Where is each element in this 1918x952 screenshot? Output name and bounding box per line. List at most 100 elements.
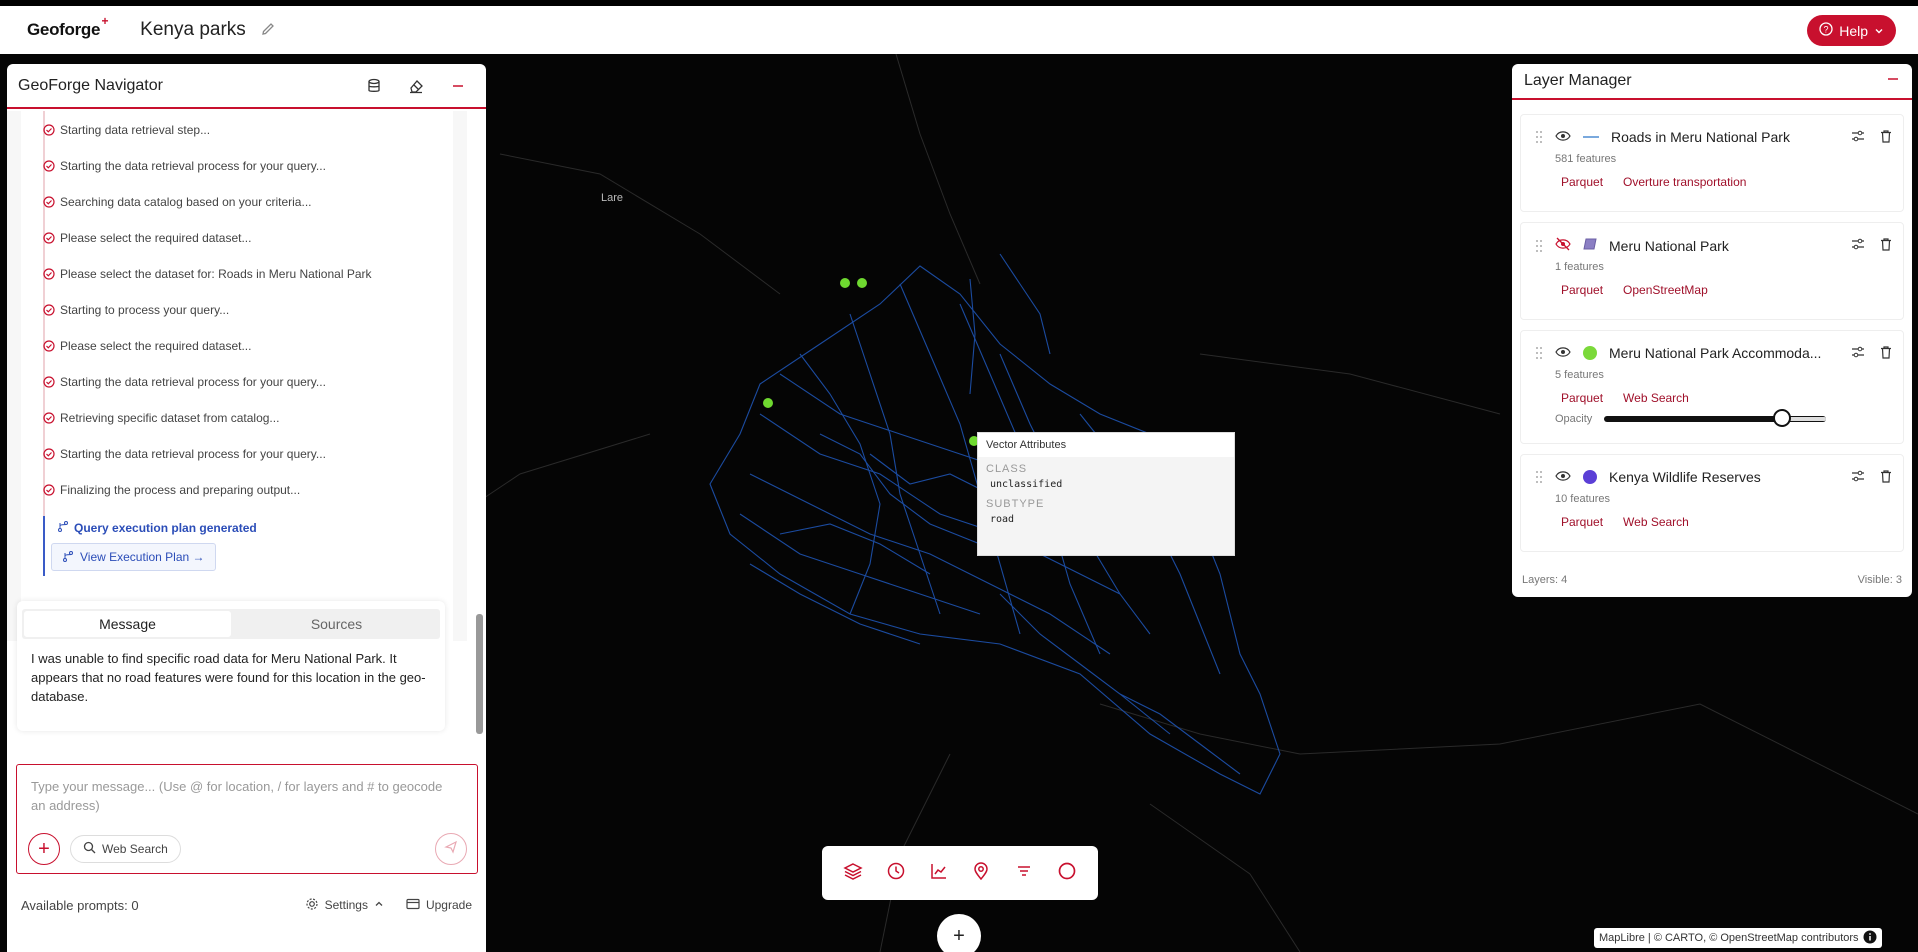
popup-title: Vector Attributes [978, 433, 1234, 457]
map-pin-icon[interactable] [971, 861, 991, 886]
step-check-icon [43, 376, 55, 388]
help-label: Help [1839, 22, 1868, 39]
minimize-icon[interactable] [1886, 72, 1900, 91]
clock-icon[interactable] [886, 861, 906, 886]
message-tabs: Message Sources [22, 609, 440, 639]
sliders-icon[interactable] [1851, 345, 1865, 364]
step-item: Starting data retrieval step... [43, 123, 210, 137]
add-map-item-button[interactable]: + [937, 914, 981, 952]
feature-count: 1 features [1555, 261, 1604, 273]
format-tag: Parquet [1561, 175, 1604, 189]
step-check-icon [43, 340, 55, 352]
trash-icon[interactable] [1879, 237, 1893, 256]
send-button[interactable] [435, 833, 467, 865]
step-item: Starting the data retrieval process for … [43, 375, 326, 389]
attr-key-class: CLASS [986, 463, 1028, 475]
opacity-label: Opacity [1555, 413, 1593, 425]
trash-icon[interactable] [1879, 469, 1893, 488]
pencil-icon[interactable] [260, 21, 278, 39]
trash-icon[interactable] [1879, 129, 1893, 148]
step-check-icon [43, 160, 55, 172]
help-circle-icon: ? [1819, 22, 1833, 39]
step-check-icon [43, 304, 55, 316]
add-button[interactable]: + [28, 833, 60, 865]
eye-icon[interactable] [1555, 129, 1571, 145]
step-item: Starting the data retrieval process for … [43, 159, 326, 173]
tab-sources[interactable]: Sources [233, 609, 440, 639]
chat-input-box[interactable]: Type your message... (Use @ for location… [16, 764, 478, 874]
step-item: Please select the required dataset... [43, 339, 251, 353]
eraser-icon[interactable] [407, 77, 425, 95]
sliders-icon[interactable] [1851, 469, 1865, 488]
logo[interactable]: Geoforge + [27, 14, 108, 40]
attr-key-subtype: SUBTYPE [986, 498, 1045, 510]
chevron-down-icon [1874, 23, 1884, 39]
chevron-up-icon [374, 898, 384, 912]
branch-icon [62, 550, 74, 565]
chat-input-placeholder[interactable]: Type your message... (Use @ for location… [31, 777, 451, 815]
sliders-icon[interactable] [1851, 129, 1865, 148]
available-prompts: Available prompts: 0 [21, 897, 139, 913]
eye-icon[interactable] [1555, 345, 1571, 361]
layers-count: Layers: 4 [1522, 574, 1568, 586]
chart-icon[interactable] [929, 861, 949, 886]
settings-button[interactable]: Settings [305, 897, 384, 914]
scrollbar-thumb[interactable] [476, 614, 483, 734]
layer-card-accommodation[interactable]: Meru National Park Accommoda... 5 featur… [1520, 330, 1904, 444]
list-icon[interactable] [1014, 861, 1034, 886]
attribution-text[interactable]: MapLibre | © CARTO, © OpenStreetMap cont… [1599, 932, 1859, 944]
svg-text:?: ? [1824, 25, 1829, 35]
web-search-button[interactable]: Web Search [70, 835, 181, 863]
step-check-icon [43, 124, 55, 136]
navigator-title: GeoForge Navigator [18, 76, 163, 94]
drag-handle-icon[interactable] [1535, 130, 1543, 144]
map-toolbar [822, 846, 1098, 900]
view-execution-plan-button[interactable]: View Execution Plan → [51, 543, 216, 571]
plus-icon: + [953, 924, 965, 947]
layer-card-park[interactable]: Meru National Park 1 features Parquet Op… [1520, 222, 1904, 320]
search-icon [83, 841, 96, 857]
drag-handle-icon[interactable] [1535, 346, 1543, 360]
layer-card-reserves[interactable]: Kenya Wildlife Reserves 10 features Parq… [1520, 454, 1904, 552]
dot-swatch [1583, 346, 1597, 360]
help-button[interactable]: ? Help [1807, 15, 1896, 46]
layer-name: Roads in Meru National Park [1611, 129, 1790, 145]
source-tag: Overture transportation [1623, 175, 1747, 189]
circle-icon[interactable] [1057, 861, 1077, 886]
layer-card-roads[interactable]: Roads in Meru National Park 581 features… [1520, 114, 1904, 212]
gear-icon [305, 897, 319, 914]
format-tag: Parquet [1561, 515, 1604, 529]
minimize-icon[interactable] [449, 77, 467, 95]
opacity-slider[interactable] [1604, 409, 1827, 427]
step-check-icon [43, 448, 55, 460]
format-tag: Parquet [1561, 283, 1604, 297]
attr-value-class: unclassified [990, 479, 1063, 490]
source-tag: Web Search [1623, 515, 1689, 529]
database-icon[interactable] [365, 77, 383, 95]
layers-icon[interactable] [843, 861, 864, 886]
dot-swatch [1583, 470, 1597, 484]
step-item: Searching data catalog based on your cri… [43, 195, 311, 209]
project-title: Kenya parks [140, 19, 246, 40]
upgrade-button[interactable]: Upgrade [406, 898, 472, 913]
info-icon[interactable] [1863, 930, 1877, 947]
layer-manager-panel: Layer Manager Roads in Meru National Par… [1512, 64, 1912, 597]
layer-manager-footer: Layers: 4 Visible: 3 [1512, 565, 1912, 595]
trash-icon[interactable] [1879, 345, 1893, 364]
opacity-slider-knob[interactable] [1773, 409, 1792, 427]
branch-icon [57, 520, 69, 535]
tab-message[interactable]: Message [24, 611, 231, 637]
drag-handle-icon[interactable] [1535, 470, 1543, 484]
visible-count: Visible: 3 [1857, 574, 1902, 586]
steps-area: Starting data retrieval step... Starting… [7, 111, 467, 641]
opacity-row: Opacity [1555, 409, 1827, 427]
drag-handle-icon[interactable] [1535, 239, 1543, 253]
polygon-swatch [1583, 237, 1597, 254]
eye-icon[interactable] [1555, 469, 1571, 485]
navigator-footer: Available prompts: 0 Settings Upgrade [7, 890, 486, 920]
layer-name: Meru National Park [1609, 237, 1729, 254]
eye-off-icon[interactable] [1555, 237, 1571, 254]
sliders-icon[interactable] [1851, 237, 1865, 256]
step-check-icon [43, 484, 55, 496]
plus-icon: + [38, 837, 50, 860]
